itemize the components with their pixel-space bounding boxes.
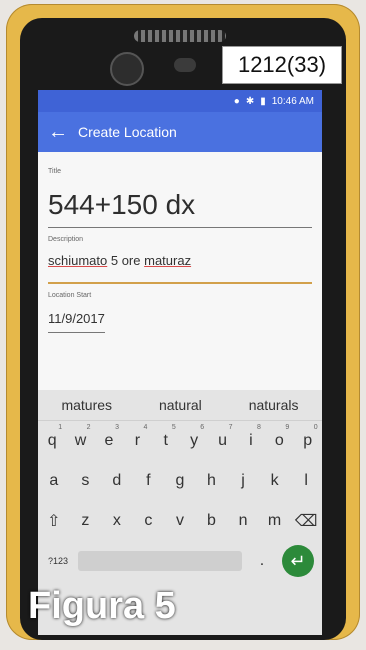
status-time: 10:46 AM bbox=[271, 95, 314, 107]
backspace-icon[interactable]: ⌫ bbox=[294, 511, 318, 531]
key-y[interactable]: 6y bbox=[182, 424, 206, 450]
bluetooth-icon: ✱ bbox=[245, 95, 255, 107]
key-u[interactable]: 7u bbox=[211, 424, 235, 450]
location-form: Title 544+150 dx Description schiumato 5… bbox=[38, 152, 322, 333]
period-key[interactable]: . bbox=[250, 552, 274, 570]
sensor bbox=[174, 58, 196, 72]
location-start-field[interactable]: 11/9/2017 bbox=[48, 311, 105, 333]
location-start-label: Location Start bbox=[48, 292, 92, 299]
description-field[interactable]: schiumato 5 ore maturaz bbox=[48, 253, 312, 284]
enter-icon[interactable]: ↵ bbox=[282, 545, 314, 577]
front-camera bbox=[110, 52, 144, 86]
description-word-3: maturaz bbox=[144, 253, 192, 268]
key-z[interactable]: z bbox=[73, 512, 97, 530]
key-e[interactable]: 3e bbox=[97, 424, 121, 450]
description-word-2: 5 ore bbox=[107, 253, 145, 268]
key-n[interactable]: n bbox=[231, 512, 255, 530]
key-v[interactable]: v bbox=[168, 512, 192, 530]
key-f[interactable]: f bbox=[136, 472, 160, 490]
keyboard-row-4: ?123 . ↵ bbox=[38, 541, 322, 581]
suggestion-1[interactable]: matures bbox=[61, 397, 112, 413]
description-word-1: schiumato bbox=[48, 253, 108, 268]
speaker-grill bbox=[134, 30, 226, 42]
symbols-key[interactable]: ?123 bbox=[46, 556, 70, 566]
suggestion-bar: matures natural naturals bbox=[38, 390, 322, 421]
key-x[interactable]: x bbox=[105, 512, 129, 530]
figure-caption: Figura 5 bbox=[28, 585, 176, 627]
location-icon: ● bbox=[233, 95, 240, 107]
suggestion-3[interactable]: naturals bbox=[249, 397, 299, 413]
back-arrow-icon[interactable]: ← bbox=[48, 121, 68, 144]
phone-screen: ● ✱ ▮ 10:46 AM ← Create Location Title 5… bbox=[38, 90, 322, 635]
key-s[interactable]: s bbox=[73, 472, 97, 490]
key-d[interactable]: d bbox=[105, 472, 129, 490]
description-label: Description bbox=[48, 236, 84, 243]
keyboard-row-1: 1q 2w 3e 4r 5t 6y 7u 8i 9o 0p bbox=[38, 421, 322, 461]
space-bar[interactable] bbox=[78, 551, 242, 571]
key-o[interactable]: 9o bbox=[267, 424, 291, 450]
battery-icon: ▮ bbox=[260, 95, 266, 107]
title-label: Title bbox=[48, 168, 61, 175]
key-q[interactable]: 1q bbox=[40, 424, 64, 450]
status-bar: ● ✱ ▮ 10:46 AM bbox=[38, 90, 322, 112]
keyboard-row-3: ⇧ z x c v b n m ⌫ bbox=[38, 501, 322, 541]
key-w[interactable]: 2w bbox=[69, 424, 93, 450]
keyboard-row-2: a s d f g h j k l bbox=[38, 461, 322, 501]
key-k[interactable]: k bbox=[263, 472, 287, 490]
key-j[interactable]: j bbox=[231, 472, 255, 490]
key-m[interactable]: m bbox=[263, 512, 287, 530]
key-h[interactable]: h bbox=[200, 472, 224, 490]
key-l[interactable]: l bbox=[294, 472, 318, 490]
suggestion-2[interactable]: natural bbox=[159, 397, 202, 413]
key-c[interactable]: c bbox=[136, 512, 160, 530]
key-r[interactable]: 4r bbox=[125, 424, 149, 450]
device-sticker: 1212(33) bbox=[222, 46, 342, 84]
title-field[interactable]: 544+150 dx bbox=[48, 189, 312, 228]
app-bar: ← Create Location bbox=[38, 112, 322, 152]
key-g[interactable]: g bbox=[168, 472, 192, 490]
shift-icon[interactable]: ⇧ bbox=[42, 511, 66, 531]
page-title: Create Location bbox=[78, 124, 177, 140]
key-i[interactable]: 8i bbox=[239, 424, 263, 450]
key-b[interactable]: b bbox=[200, 512, 224, 530]
key-a[interactable]: a bbox=[42, 472, 66, 490]
key-t[interactable]: 5t bbox=[154, 424, 178, 450]
key-p[interactable]: 0p bbox=[296, 424, 320, 450]
